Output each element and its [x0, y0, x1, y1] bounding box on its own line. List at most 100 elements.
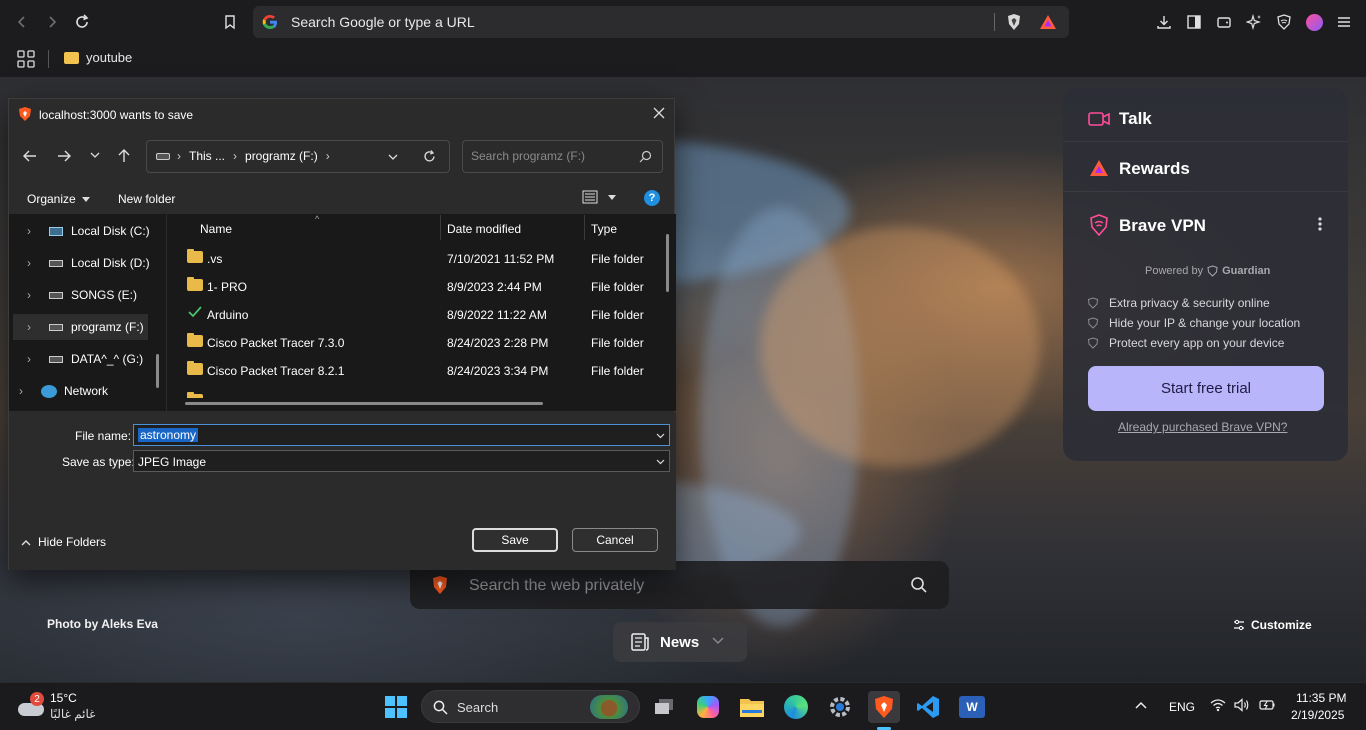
copilot-icon[interactable]: [692, 691, 724, 723]
tree-item-programz-f[interactable]: › programz (F:): [13, 314, 148, 340]
file-date: 8/9/2022 11:22 AM: [447, 308, 547, 322]
forward-arrow-icon[interactable]: [57, 150, 71, 162]
reload-icon[interactable]: [70, 10, 94, 34]
language-indicator[interactable]: ENG: [1169, 700, 1195, 714]
tree-item-data-g[interactable]: › DATA^_^ (G:): [27, 346, 157, 372]
close-icon[interactable]: [653, 107, 665, 119]
address-bar[interactable]: Search Google or type a URL: [253, 6, 1069, 38]
file-row[interactable]: 1- PRO 8/9/2023 2:44 PM File folder: [185, 273, 665, 301]
weather-desc: غائم غالبًا: [50, 707, 96, 721]
column-date[interactable]: Date modified: [447, 222, 521, 236]
view-options[interactable]: [582, 190, 616, 204]
brave-rewards-icon[interactable]: [1039, 13, 1057, 31]
settings-gear-icon[interactable]: [824, 691, 856, 723]
bookmark-folder-youtube[interactable]: youtube: [64, 50, 132, 65]
tree-item-label: SONGS (E:): [71, 288, 138, 302]
sliders-icon: [1234, 619, 1244, 631]
browser-toolbar: Search Google or type a URL youtube: [0, 0, 1366, 77]
leo-ai-icon[interactable]: [1244, 12, 1264, 32]
breadcrumb-sep: ›: [233, 149, 238, 163]
edge-icon[interactable]: [780, 691, 812, 723]
file-row[interactable]: Cisco Packet Tracer 8.2.1 8/24/2023 3:34…: [185, 357, 665, 385]
file-name: .vs: [207, 252, 223, 266]
weather-temp: 15°C: [50, 691, 77, 705]
tree-scrollbar[interactable]: [156, 354, 159, 388]
brave-shields-icon[interactable]: [1005, 13, 1023, 31]
horizontal-scrollbar[interactable]: [185, 402, 543, 405]
profile-avatar-icon[interactable]: [1304, 12, 1324, 32]
new-folder-button[interactable]: New folder: [118, 192, 175, 206]
battery-icon[interactable]: [1258, 698, 1276, 712]
tree-item-songs-e[interactable]: › SONGS (E:): [27, 282, 157, 308]
vpn-icon[interactable]: [1274, 12, 1294, 32]
tree-item-label: Network: [64, 384, 109, 398]
hide-folders-toggle[interactable]: Hide Folders: [21, 535, 106, 549]
up-arrow-icon[interactable]: [118, 149, 130, 163]
folder-icon: [187, 361, 203, 375]
clock-date[interactable]: 2/19/2025: [1291, 708, 1344, 722]
tree-item-local-disk-c[interactable]: › Local Disk (C:): [27, 218, 157, 244]
dialog-search-input[interactable]: Search programz (F:): [462, 140, 663, 173]
vpn-title: Brave VPN: [1119, 216, 1206, 235]
back-arrow-icon[interactable]: [23, 150, 37, 162]
word-icon[interactable]: W: [956, 691, 988, 723]
chevron-down-icon[interactable]: [388, 154, 398, 161]
file-type: File folder: [591, 308, 644, 322]
organize-menu[interactable]: Organize: [27, 192, 90, 206]
file-name-input[interactable]: astronomy: [133, 424, 670, 446]
tree-item-network[interactable]: › Network: [19, 378, 149, 404]
rewards-row[interactable]: Rewards: [1063, 142, 1348, 192]
cancel-button[interactable]: Cancel: [572, 528, 658, 552]
back-icon[interactable]: [10, 10, 34, 34]
file-row[interactable]: Arduino 8/9/2022 11:22 AM File folder: [185, 301, 665, 329]
vpn-shield-icon: [1089, 214, 1109, 236]
file-row[interactable]: Cisco Packet Tracer 7.3.0 8/24/2023 2:28…: [185, 329, 665, 357]
drive-icon: [49, 226, 63, 236]
brave-taskbar-icon[interactable]: [868, 691, 900, 723]
column-name[interactable]: Name: [200, 222, 232, 236]
recent-locations-icon[interactable]: [90, 152, 100, 159]
dialog-footer: File name: astronomy Save as type: JPEG …: [9, 412, 676, 570]
news-label: News: [660, 634, 700, 651]
talk-row[interactable]: Talk: [1063, 92, 1348, 142]
vscode-icon[interactable]: [912, 691, 944, 723]
vertical-scrollbar[interactable]: [666, 234, 669, 292]
wifi-icon[interactable]: [1210, 698, 1226, 712]
organize-label: Organize: [27, 192, 76, 206]
address-breadcrumb[interactable]: › This ... › programz (F:) ›: [146, 140, 450, 173]
powered-by: Powered by Guardian: [1145, 265, 1270, 277]
file-explorer-icon[interactable]: [736, 691, 768, 723]
file-row[interactable]: .vs 7/10/2021 11:52 PM File folder: [185, 245, 665, 273]
forward-icon[interactable]: [40, 10, 64, 34]
weather-widget[interactable]: 2: [16, 691, 46, 721]
column-type[interactable]: Type: [591, 222, 617, 236]
start-icon[interactable]: [380, 691, 412, 723]
taskbar-search[interactable]: Search: [421, 690, 640, 723]
volume-icon[interactable]: [1234, 698, 1250, 712]
menu-icon[interactable]: [1334, 12, 1354, 32]
already-purchased-link[interactable]: Already purchased Brave VPN?: [1118, 420, 1287, 434]
clock-time[interactable]: 11:35 PM: [1296, 691, 1346, 705]
wallet-icon[interactable]: [1214, 12, 1234, 32]
chevron-up-icon[interactable]: [1135, 701, 1147, 709]
search-icon[interactable]: [910, 576, 928, 594]
downloads-icon[interactable]: [1154, 12, 1174, 32]
photo-credit[interactable]: Photo by Aleks Eva: [47, 617, 158, 631]
sidebar-icon[interactable]: [1184, 12, 1204, 32]
breadcrumb-item[interactable]: This ...: [189, 149, 225, 163]
save-type-select[interactable]: JPEG Image: [133, 450, 670, 472]
help-icon[interactable]: ?: [644, 190, 660, 206]
save-button[interactable]: Save: [472, 528, 558, 552]
start-free-trial-button[interactable]: Start free trial: [1088, 366, 1324, 411]
customize-button[interactable]: Customize: [1233, 618, 1312, 632]
news-button[interactable]: News: [613, 622, 747, 662]
tree-item-local-disk-d[interactable]: › Local Disk (D:): [27, 250, 157, 276]
apps-grid-icon[interactable]: [17, 50, 35, 68]
breadcrumb-item[interactable]: programz (F:): [245, 149, 318, 163]
vpn-feature: Hide your IP & change your location: [1087, 316, 1300, 330]
vpn-feature: Protect every app on your device: [1087, 336, 1284, 350]
refresh-icon[interactable]: [423, 150, 436, 163]
more-options-icon[interactable]: [1317, 216, 1323, 232]
bookmark-icon[interactable]: [218, 10, 242, 34]
task-view-icon[interactable]: [648, 691, 680, 723]
